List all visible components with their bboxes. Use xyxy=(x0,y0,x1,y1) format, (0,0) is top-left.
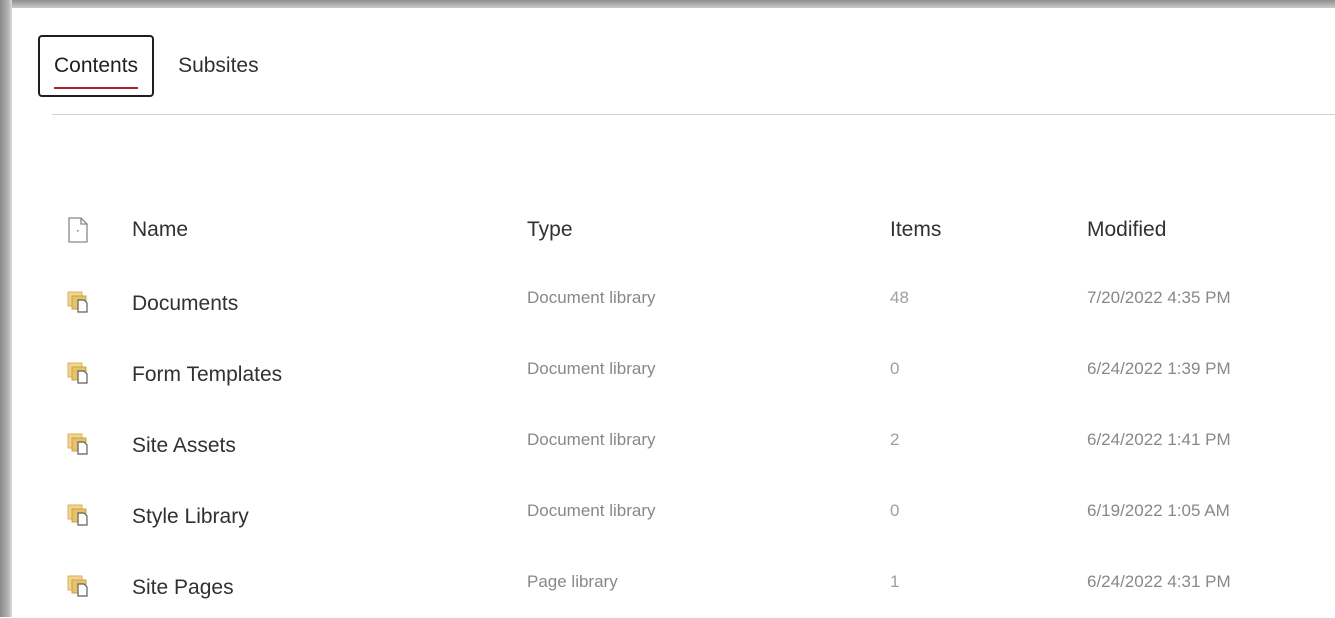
window-frame-left xyxy=(0,0,12,617)
tab-subsites[interactable]: Subsites xyxy=(164,35,273,97)
table-row[interactable]: Documents Document library 48 7/20/2022 … xyxy=(12,270,1335,334)
items-column-header[interactable]: Items xyxy=(890,198,941,262)
library-icon xyxy=(67,291,91,313)
table-header-row: Name Type Items Modified xyxy=(12,198,1335,262)
tab-contents[interactable]: Contents xyxy=(38,35,155,97)
row-modified: 7/20/2022 4:35 PM xyxy=(1087,288,1231,307)
row-items: 0 xyxy=(890,501,900,520)
modified-column-header[interactable]: Modified xyxy=(1087,198,1166,262)
row-items: 1 xyxy=(890,572,900,591)
library-icon xyxy=(67,433,91,455)
row-modified: 6/24/2022 1:41 PM xyxy=(1087,430,1231,449)
tab-bar: Contents Subsites xyxy=(38,33,273,99)
row-name-site-assets[interactable]: Site Assets xyxy=(132,412,236,476)
name-column-header[interactable]: Name xyxy=(132,198,188,262)
tab-contents-label: Contents xyxy=(54,54,139,77)
table-row[interactable]: Site Pages Page library 1 6/24/2022 4:31… xyxy=(12,554,1335,618)
file-type-column-header[interactable] xyxy=(67,198,107,262)
row-type: Page library xyxy=(527,572,618,591)
row-items: 2 xyxy=(890,430,900,449)
site-contents-page: Contents Subsites Name Type Items Modifi… xyxy=(12,8,1335,617)
row-name-form-templates[interactable]: Form Templates xyxy=(132,341,282,405)
row-type: Document library xyxy=(527,288,656,307)
table-row[interactable]: Form Templates Document library 0 6/24/2… xyxy=(12,341,1335,405)
tab-subsites-label: Subsites xyxy=(178,54,259,77)
row-items: 48 xyxy=(890,288,909,307)
type-column-header[interactable]: Type xyxy=(527,198,573,262)
row-name-documents[interactable]: Documents xyxy=(132,270,238,334)
row-type: Document library xyxy=(527,359,656,378)
table-row[interactable]: Style Library Document library 0 6/19/20… xyxy=(12,483,1335,547)
tab-divider xyxy=(52,114,1335,115)
table-row[interactable]: Site Assets Document library 2 6/24/2022… xyxy=(12,412,1335,476)
row-type: Document library xyxy=(527,430,656,449)
row-modified: 6/24/2022 1:39 PM xyxy=(1087,359,1231,378)
row-name-site-pages[interactable]: Site Pages xyxy=(132,554,234,618)
row-items: 0 xyxy=(890,359,900,378)
row-modified: 6/19/2022 1:05 AM xyxy=(1087,501,1230,520)
document-icon xyxy=(67,217,89,243)
library-icon xyxy=(67,362,91,384)
library-icon xyxy=(67,575,91,597)
row-modified: 6/24/2022 4:31 PM xyxy=(1087,572,1231,591)
library-icon xyxy=(67,504,91,526)
row-name-style-library[interactable]: Style Library xyxy=(132,483,249,547)
window-frame-top xyxy=(0,0,1335,8)
row-type: Document library xyxy=(527,501,656,520)
